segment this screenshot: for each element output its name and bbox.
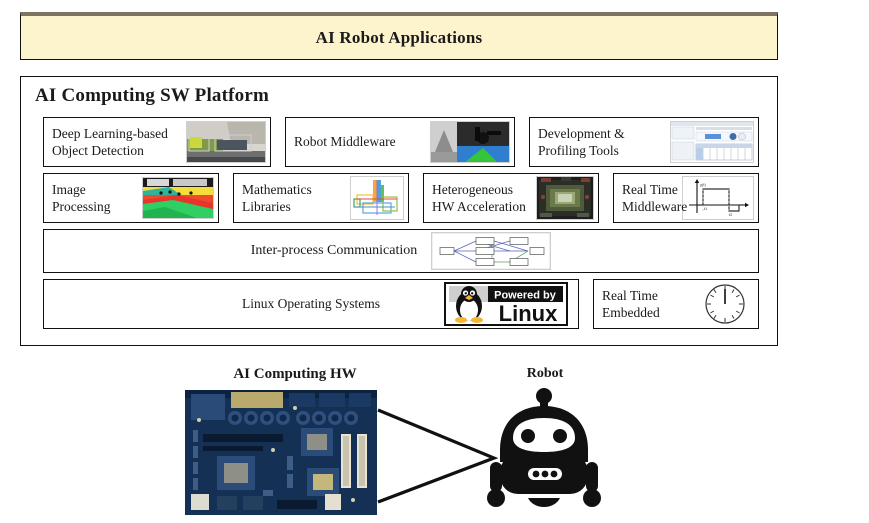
analog-clock-icon	[698, 282, 752, 326]
platform-row-core-libraries: Image Processing Mathematics Libraries H…	[43, 173, 759, 223]
platform-title: AI Computing SW Platform	[35, 85, 270, 106]
timing-waveform-thumbnail: y(t) t1 t2	[682, 176, 754, 220]
module-label: Mathematics Libraries	[242, 181, 312, 214]
network-graph-thumbnail	[431, 232, 552, 270]
profiler-ide-thumbnail	[670, 121, 754, 163]
module-label: Deep Learning-based Object Detection	[52, 125, 168, 158]
module-real-time-middleware[interactable]: Real Time Middleware y(t) t1 t2	[613, 173, 759, 223]
module-development-profiling-tools[interactable]: Development & Profiling Tools	[529, 117, 759, 167]
robot-label: Robot	[526, 366, 564, 381]
module-mathematics-libraries[interactable]: Mathematics Libraries	[233, 173, 409, 223]
module-deep-learning-object-detection[interactable]: Deep Learning-based Object Detection	[43, 117, 271, 167]
object-detection-thumbnail	[186, 121, 266, 163]
motherboard-photo	[185, 390, 377, 515]
module-label: Real Time Middleware	[622, 181, 688, 214]
module-label: Heterogeneous HW Acceleration	[432, 181, 526, 214]
module-label: Real Time Embedded	[602, 287, 660, 320]
banner-title: AI Robot Applications	[315, 27, 483, 47]
platform-row-operating-systems: Linux Operating Systems Powered by Linux	[43, 279, 759, 329]
module-label: Robot Middleware	[294, 134, 396, 150]
robot-simulation-thumbnail	[430, 121, 510, 163]
robot-silhouette-icon	[486, 388, 604, 518]
module-linux-operating-systems[interactable]: Linux Operating Systems Powered by Linux	[43, 279, 579, 329]
module-label: Image Processing	[52, 181, 111, 214]
module-real-time-embedded[interactable]: Real Time Embedded	[593, 279, 759, 329]
module-label: Inter-process Communication	[250, 243, 418, 259]
svg-text:y(t): y(t)	[700, 182, 706, 187]
segmented-image-thumbnail	[142, 177, 214, 219]
powered-by-linux-logo: Powered by Linux	[444, 282, 568, 326]
module-inter-process-communication[interactable]: Inter-process Communication	[43, 229, 759, 273]
hardware-label: AI Computing HW	[233, 366, 357, 382]
logo-main-text: Linux	[499, 301, 558, 326]
math-plot-thumbnail	[350, 176, 404, 220]
platform-row-upper-services: Deep Learning-based Object Detection Rob…	[43, 117, 759, 167]
module-label: Development & Profiling Tools	[538, 125, 625, 158]
platform-row-communication: Inter-process Communication	[43, 229, 759, 273]
module-heterogeneous-hw-acceleration[interactable]: Heterogeneous HW Acceleration	[423, 173, 599, 223]
ai-computing-sw-platform-panel: AI Computing SW Platform Deep Learning-b…	[20, 76, 778, 346]
module-label: Linux Operating Systems	[242, 296, 380, 312]
logo-top-text: Powered by	[494, 290, 557, 302]
ai-robot-applications-banner: AI Robot Applications	[20, 12, 778, 60]
gpu-chip-thumbnail	[536, 176, 594, 220]
module-image-processing[interactable]: Image Processing	[43, 173, 219, 223]
module-robot-middleware[interactable]: Robot Middleware	[285, 117, 515, 167]
